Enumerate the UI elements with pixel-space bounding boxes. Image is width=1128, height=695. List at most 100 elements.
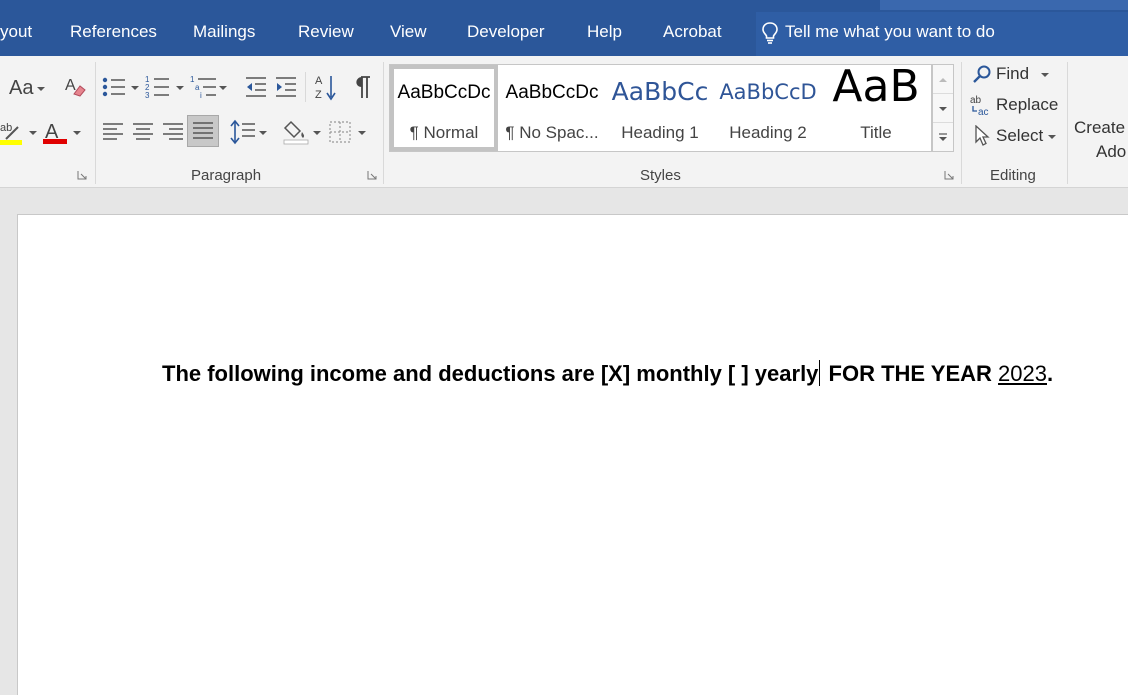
- style-no-spacing[interactable]: AaBbCcDc ¶ No Spac...: [498, 65, 606, 151]
- document-text-after-caret: FOR THE YEAR: [822, 361, 999, 386]
- search-icon: [973, 65, 991, 83]
- style-name: Heading 2: [729, 123, 807, 142]
- line-spacing-dropdown-icon[interactable]: [259, 131, 267, 135]
- separator: [961, 62, 962, 184]
- numbering-icon[interactable]: 1 2 3: [145, 74, 171, 100]
- create-label-line2: Ado: [1096, 142, 1127, 161]
- justify-icon: [193, 122, 213, 139]
- separator: [305, 72, 306, 102]
- svg-text:3: 3: [145, 91, 150, 100]
- style-preview: AaBbCcDc: [397, 82, 491, 103]
- styles-scroll-down-button[interactable]: [933, 94, 953, 123]
- tab-view[interactable]: View: [390, 22, 427, 42]
- style-preview: AaBbCcD: [719, 80, 817, 104]
- tell-me-box[interactable]: Tell me what you want to do: [756, 12, 1128, 56]
- style-name: ¶ No Spac...: [505, 123, 599, 142]
- svg-text:Z: Z: [315, 89, 322, 101]
- more-styles-icon: [939, 133, 947, 141]
- align-left-icon[interactable]: [101, 120, 125, 144]
- style-preview: AaBbCc: [611, 77, 709, 106]
- style-title[interactable]: AaB Title: [822, 65, 930, 151]
- paragraph-dialog-launcher-icon[interactable]: [367, 170, 377, 180]
- shading-icon[interactable]: [283, 118, 311, 146]
- lightbulb-icon: [762, 22, 778, 44]
- replace-icon: ab ac: [970, 95, 989, 117]
- replace-label: Replace: [996, 95, 1059, 114]
- document-page[interactable]: The following income and deductions are …: [17, 214, 1128, 695]
- clear-formatting-icon[interactable]: A: [63, 75, 87, 99]
- show-formatting-marks-icon[interactable]: [352, 74, 372, 100]
- document-year: 2023: [998, 361, 1047, 386]
- tab-help[interactable]: Help: [587, 22, 622, 42]
- create-label-line1: Create: [1074, 118, 1126, 137]
- document-paragraph[interactable]: The following income and deductions are …: [162, 360, 1053, 387]
- select-dropdown-icon: [1048, 135, 1056, 139]
- separator: [383, 62, 384, 184]
- align-right-icon[interactable]: [161, 120, 185, 144]
- chevron-down-icon: [939, 107, 947, 111]
- style-name: Title: [860, 123, 892, 142]
- change-case-dropdown-icon[interactable]: [37, 87, 45, 91]
- svg-text:ac: ac: [978, 107, 989, 117]
- tell-me-text[interactable]: Tell me what you want to do: [785, 22, 995, 42]
- bullets-icon[interactable]: [101, 75, 127, 99]
- style-name: ¶ Normal: [409, 123, 479, 142]
- line-spacing-icon[interactable]: [230, 119, 256, 145]
- svg-text:i: i: [200, 91, 202, 100]
- change-case-button[interactable]: Aa: [9, 77, 33, 100]
- tab-references[interactable]: References: [70, 22, 157, 42]
- document-area[interactable]: The following income and deductions are …: [0, 189, 1128, 695]
- style-preview: AaBbCcDc: [505, 82, 599, 103]
- tab-layout[interactable]: yout: [0, 22, 32, 42]
- tab-review[interactable]: Review: [298, 22, 354, 42]
- font-dialog-launcher-icon[interactable]: [77, 170, 87, 180]
- style-preview: AaB: [832, 65, 920, 112]
- justify-button[interactable]: [187, 115, 219, 147]
- align-center-icon[interactable]: [131, 120, 155, 144]
- cursor-arrow-icon: [975, 125, 990, 146]
- document-period: .: [1047, 361, 1054, 386]
- borders-dropdown-icon[interactable]: [358, 131, 366, 135]
- sort-icon[interactable]: A Z: [314, 73, 338, 101]
- separator: [95, 62, 96, 184]
- document-text-before-caret: The following income and deductions are …: [162, 361, 819, 386]
- editing-group-label: Editing: [990, 167, 1036, 184]
- replace-button[interactable]: ab ac Replace: [970, 93, 1060, 119]
- multilevel-list-icon[interactable]: 1 a i: [190, 74, 218, 100]
- svg-text:A: A: [65, 77, 76, 94]
- shading-dropdown-icon[interactable]: [313, 131, 321, 135]
- borders-icon[interactable]: [328, 120, 352, 144]
- highlight-dropdown-icon[interactable]: [29, 131, 37, 135]
- paragraph-group-label: Paragraph: [191, 167, 262, 184]
- tab-acrobat[interactable]: Acrobat: [663, 22, 722, 42]
- numbering-dropdown-icon[interactable]: [176, 86, 184, 90]
- ribbon: Aa A ab A 1 2 3 1 a i A Z Paragraph AaBb…: [0, 56, 1128, 188]
- svg-text:ab: ab: [0, 122, 12, 134]
- font-color-dropdown-icon[interactable]: [73, 131, 81, 135]
- styles-more-button[interactable]: [933, 123, 953, 152]
- select-button[interactable]: Select: [970, 124, 1060, 150]
- text-caret: [819, 360, 821, 386]
- style-heading-2[interactable]: AaBbCcD Heading 2: [714, 65, 822, 151]
- styles-gallery: AaBbCcDc ¶ Normal AaBbCcDc ¶ No Spac... …: [389, 64, 932, 152]
- tab-mailings[interactable]: Mailings: [193, 22, 255, 42]
- style-heading-1[interactable]: AaBbCc Heading 1: [606, 65, 714, 151]
- style-normal[interactable]: AaBbCcDc ¶ Normal: [390, 65, 498, 151]
- font-color-icon[interactable]: A: [42, 118, 70, 146]
- title-bar-decoration: [880, 0, 1128, 10]
- bullets-dropdown-icon[interactable]: [131, 86, 139, 90]
- styles-group-label: Styles: [640, 167, 681, 184]
- create-adobe-pdf-button[interactable]: Create Ado: [1074, 116, 1126, 164]
- styles-dialog-launcher-icon[interactable]: [944, 170, 954, 180]
- svg-text:A: A: [315, 75, 323, 87]
- highlighter-icon[interactable]: ab: [0, 119, 30, 147]
- tab-developer[interactable]: Developer: [467, 22, 545, 42]
- chevron-up-icon: [939, 78, 947, 82]
- increase-indent-icon[interactable]: [274, 75, 298, 99]
- select-label: Select: [996, 126, 1044, 145]
- styles-gallery-scroll: [932, 64, 954, 152]
- multilevel-dropdown-icon[interactable]: [219, 86, 227, 90]
- find-button[interactable]: Find: [970, 62, 1060, 88]
- decrease-indent-icon[interactable]: [244, 75, 268, 99]
- styles-scroll-up-button[interactable]: [933, 65, 953, 94]
